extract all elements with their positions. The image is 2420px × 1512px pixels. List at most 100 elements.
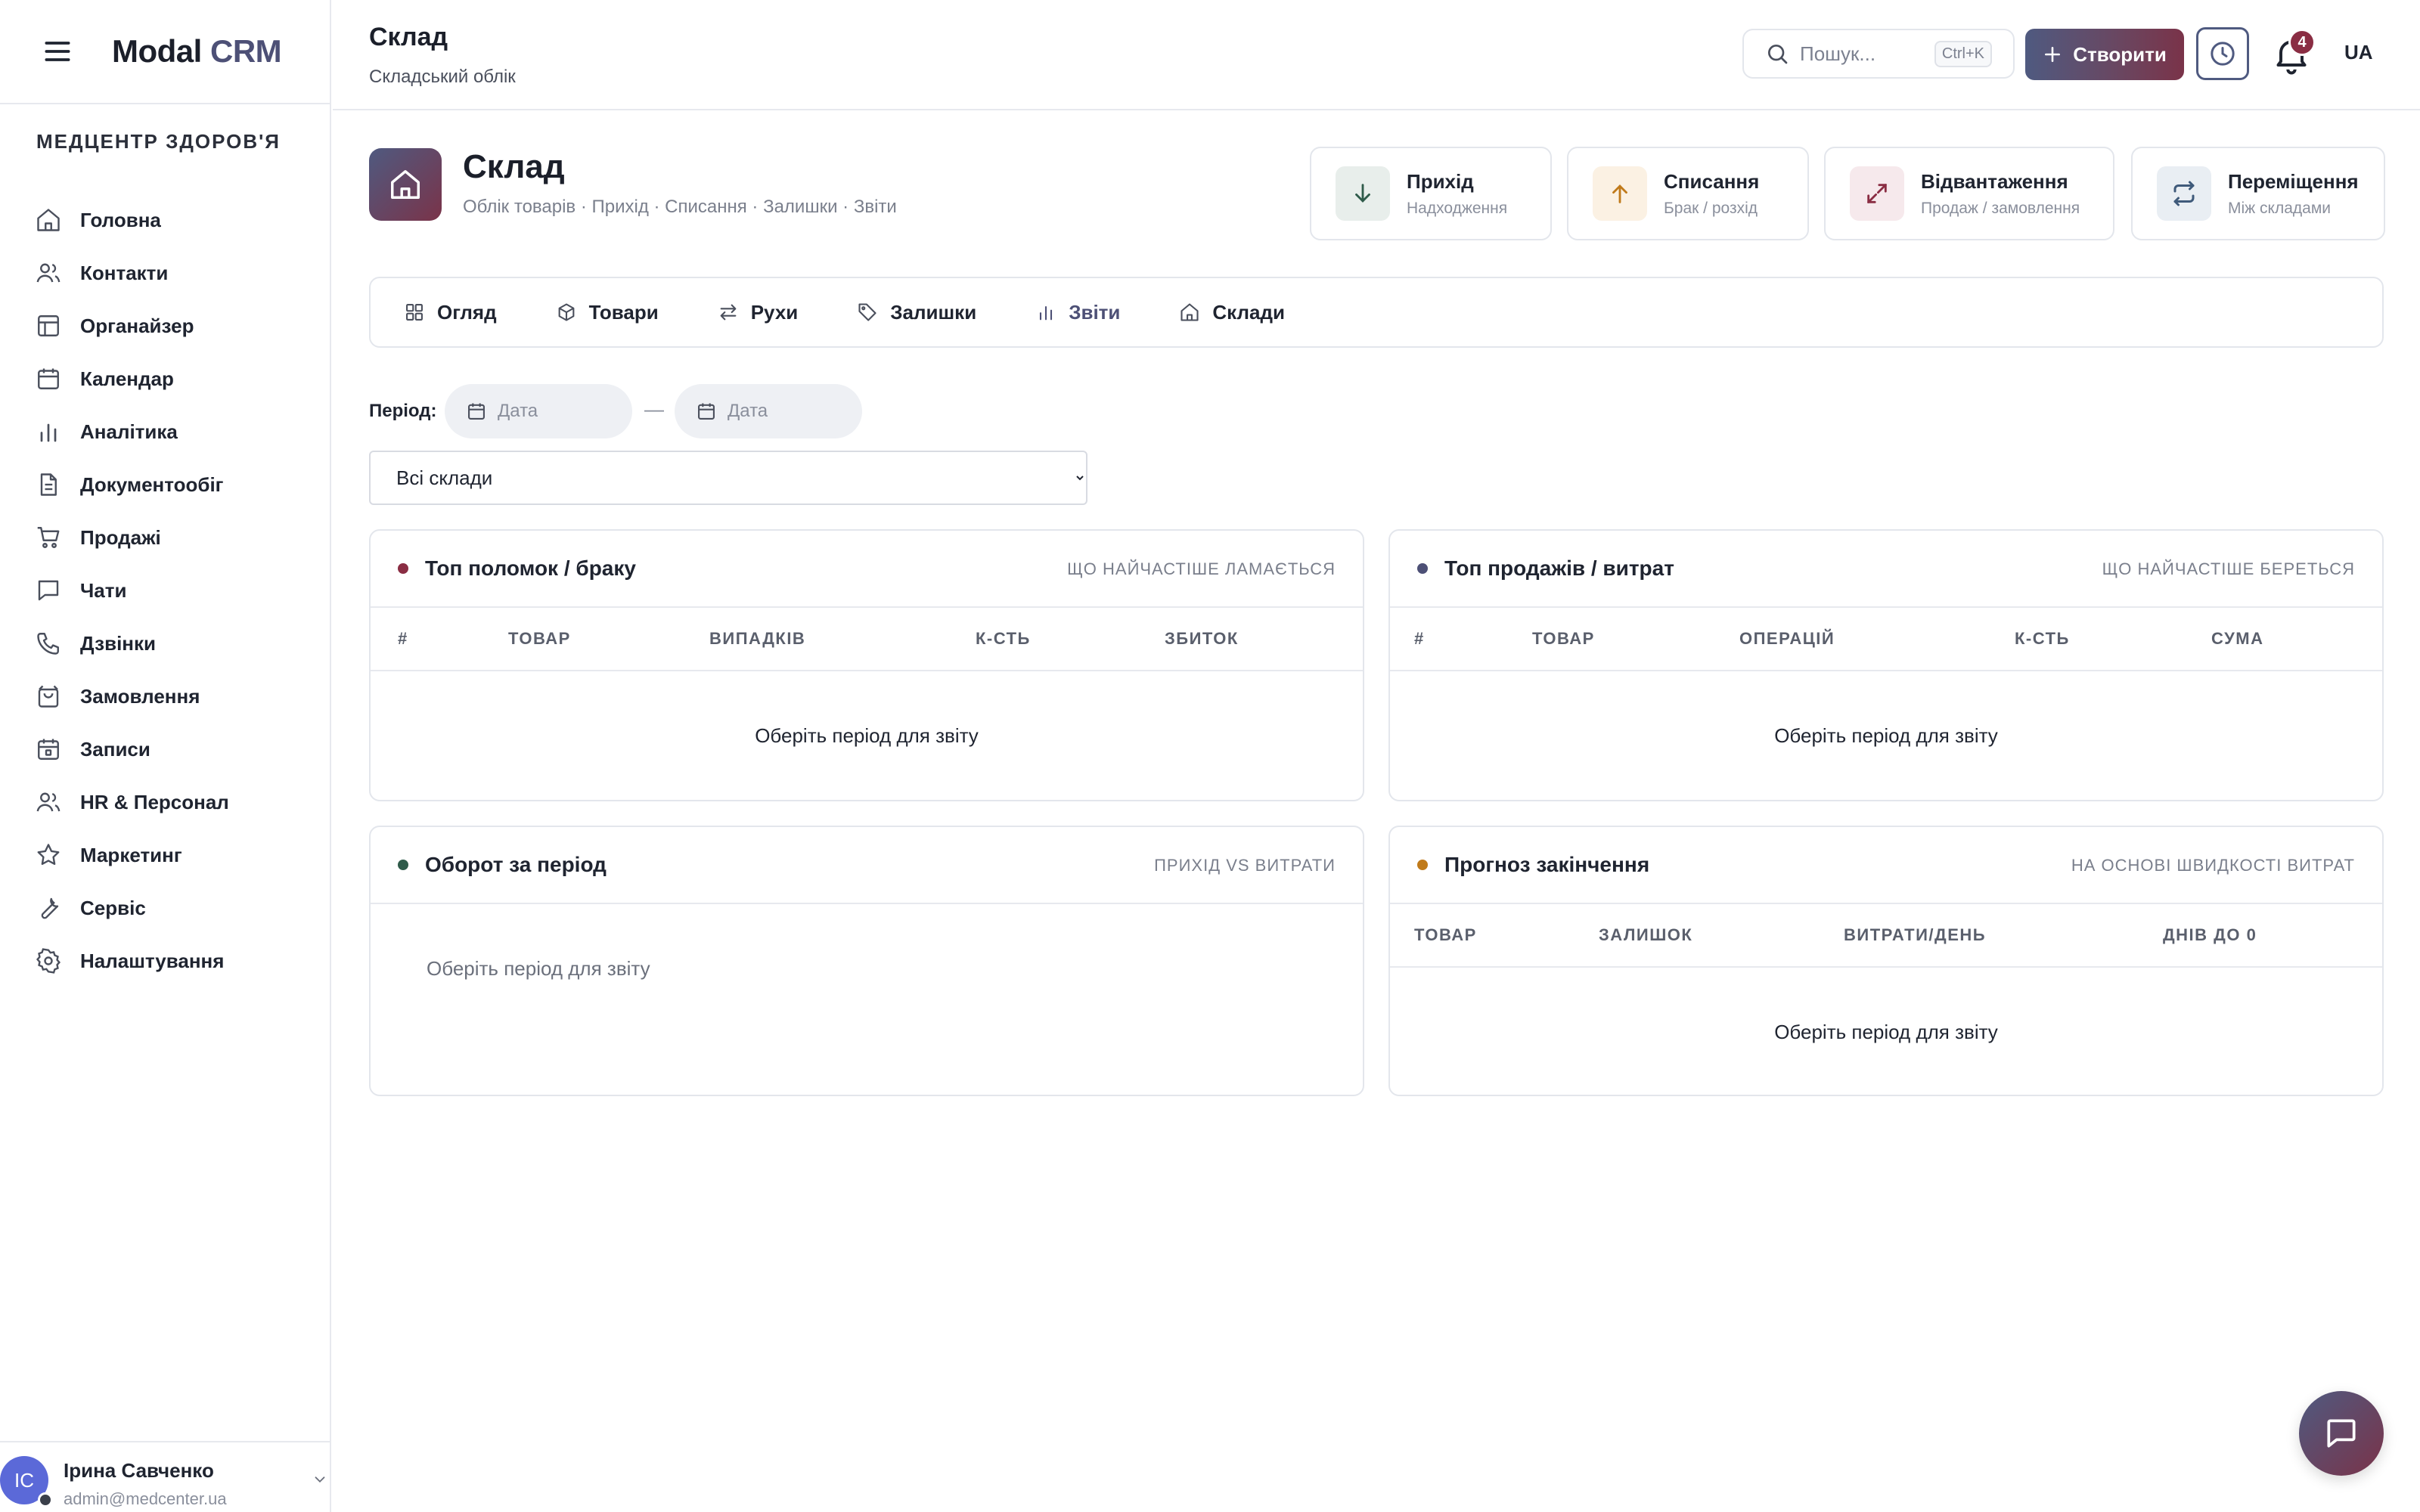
brand-accent: CRM xyxy=(210,33,282,69)
star-icon xyxy=(37,844,60,866)
search-icon xyxy=(1768,45,1788,64)
sidebar-item-label: Документообіг xyxy=(80,472,224,496)
tab-products[interactable]: Товари xyxy=(556,301,659,324)
column-header: ЗАЛИШОК xyxy=(1599,925,1693,944)
column-header: ТОВАР xyxy=(1414,925,1477,944)
date-separator: — xyxy=(644,398,664,420)
chevron-down-icon[interactable] xyxy=(312,1471,328,1488)
search-input[interactable] xyxy=(1800,42,1928,66)
expand-icon xyxy=(1867,184,1887,203)
bar-chart-icon xyxy=(40,423,57,442)
sidebar-item-home[interactable]: Головна xyxy=(30,194,310,246)
swap-icon xyxy=(2173,181,2195,206)
sidebar-item-label: Замовлення xyxy=(80,684,200,708)
sidebar-item-calendar[interactable]: Календар xyxy=(30,352,310,405)
tab-warehouses[interactable]: Склади xyxy=(1179,301,1285,324)
layout-icon xyxy=(38,315,59,336)
card-top-sales: Топ продажів / витрат ЩО НАЙЧАСТІШЕ БЕРЕ… xyxy=(1388,529,2384,801)
sidebar-item-calls[interactable]: Дзвінки xyxy=(30,617,310,670)
empty-state: Оберіть період для звіту xyxy=(1774,1020,1998,1043)
quick-action-text: Прихід Надходження xyxy=(1407,170,1507,218)
quick-action-title: Переміщення xyxy=(2228,169,2359,193)
arrow-down-icon xyxy=(1355,184,1370,203)
calendar-icon xyxy=(468,403,485,420)
sidebar-item-contacts[interactable]: Контакти xyxy=(30,246,310,299)
phone-icon xyxy=(37,633,59,655)
document-icon xyxy=(40,473,57,496)
column-header: К-СТЬ xyxy=(976,629,1031,648)
tab-reports[interactable]: Звіти xyxy=(1035,301,1120,324)
cart-icon xyxy=(37,527,60,548)
sidebar-item-label: Органайзер xyxy=(80,314,194,337)
sidebar-item-orders[interactable]: Замовлення xyxy=(30,670,310,723)
card-turnover: Оборот за період ПРИХІД VS ВИТРАТИ Обері… xyxy=(369,826,1364,1096)
sidebar-item-marketing[interactable]: Маркетинг xyxy=(30,829,310,881)
quick-action-shipment[interactable]: Відвантаження Продаж / замовлення xyxy=(1824,147,2114,240)
brand-logo[interactable]: Modal CRM xyxy=(112,33,282,70)
search-box[interactable]: Ctrl+K xyxy=(1742,29,2015,79)
sidebar-item-documents[interactable]: Документообіг xyxy=(30,458,310,511)
sidebar-item-label: Продажі xyxy=(80,525,161,549)
card-dot xyxy=(398,860,408,870)
sidebar-item-chats[interactable]: Чати xyxy=(30,564,310,617)
date-from-input[interactable]: Дата xyxy=(445,384,632,438)
date-to-input[interactable]: Дата xyxy=(675,384,862,438)
tab-stock[interactable]: Залишки xyxy=(857,301,976,324)
sidebar-header: Modal CRM xyxy=(0,0,330,104)
quick-action-income[interactable]: Прихід Надходження xyxy=(1310,147,1552,240)
card-header: Топ продажів / витрат ЩО НАЙЧАСТІШЕ БЕРЕ… xyxy=(1390,531,2382,608)
column-header: К-СТЬ xyxy=(2015,629,2070,648)
tab-label: Товари xyxy=(588,300,659,324)
tab-overview[interactable]: Огляд xyxy=(404,301,497,324)
quick-action-subtitle: Між складами xyxy=(2228,199,2331,217)
card-dot xyxy=(398,563,408,574)
date-to-placeholder: Дата xyxy=(728,401,768,421)
sidebar-item-label: Дзвінки xyxy=(80,631,157,655)
top-bar: Склад Складський облік Ctrl+K Створити 4… xyxy=(333,0,2420,110)
warehouse-select[interactable]: Всі склади xyxy=(369,451,1087,505)
quick-action-writeoff[interactable]: Списання Брак / розхід xyxy=(1567,147,1809,240)
hamburger-menu-icon[interactable] xyxy=(41,35,74,68)
period-label: Період: xyxy=(369,401,437,421)
sidebar-item-label: Налаштування xyxy=(80,949,225,972)
sidebar-item-settings[interactable]: Налаштування xyxy=(30,934,310,987)
column-header: СУМА xyxy=(2211,629,2264,648)
user-profile[interactable]: ІС Ірина Савченко admin@medcenter.ua xyxy=(0,1441,330,1512)
calendar-check-icon xyxy=(38,739,59,760)
sidebar-item-hr[interactable]: HR & Персонал xyxy=(30,776,310,829)
quick-action-title: Прихід xyxy=(1407,169,1474,193)
sidebar-item-appointments[interactable]: Записи xyxy=(30,723,310,776)
quick-action-subtitle: Надходження xyxy=(1407,199,1508,217)
quick-action-text: Відвантаження Продаж / замовлення xyxy=(1921,170,2080,218)
quick-action-icon-wrap xyxy=(1850,166,1904,221)
sidebar-item-label: Головна xyxy=(80,208,161,231)
people-icon xyxy=(36,792,60,812)
bar-chart-icon xyxy=(1040,305,1053,321)
user-name: Ірина Савченко xyxy=(64,1459,214,1482)
create-button[interactable]: Створити xyxy=(2025,29,2184,80)
warehouse-hero-icon xyxy=(369,148,442,221)
gear-icon xyxy=(36,948,60,974)
sidebar-item-sales[interactable]: Продажі xyxy=(30,511,310,564)
quick-action-subtitle: Продаж / замовлення xyxy=(1921,199,2080,217)
sidebar-item-label: Маркетинг xyxy=(80,843,182,866)
sidebar-item-analytics[interactable]: Аналітика xyxy=(30,405,310,458)
history-button[interactable] xyxy=(2196,27,2249,80)
card-hint: ПРИХІД VS ВИТРАТИ xyxy=(1154,856,1336,875)
empty-state: Оберіть період для звіту xyxy=(755,723,979,747)
date-from-placeholder: Дата xyxy=(498,401,538,421)
quick-action-subtitle: Брак / розхід xyxy=(1664,199,1758,217)
quick-action-transfer[interactable]: Переміщення Між складами xyxy=(2131,147,2385,240)
sidebar-item-service[interactable]: Сервіс xyxy=(30,881,310,934)
sidebar-item-label: HR & Персонал xyxy=(80,790,229,813)
card-top-breakage: Топ поломок / браку ЩО НАЙЧАСТІШЕ ЛАМАЄТ… xyxy=(369,529,1364,801)
status-indicator xyxy=(38,1492,53,1507)
box-icon xyxy=(558,303,574,321)
create-button-label: Створити xyxy=(2073,42,2167,66)
language-switcher[interactable]: UA xyxy=(2344,41,2373,64)
empty-state: Оберіть період для звіту xyxy=(427,956,650,980)
tab-movements[interactable]: Рухи xyxy=(718,301,798,324)
sidebar-item-label: Календар xyxy=(80,367,174,390)
sidebar-item-organizer[interactable]: Органайзер xyxy=(30,299,310,352)
chat-fab-button[interactable] xyxy=(2299,1391,2384,1476)
